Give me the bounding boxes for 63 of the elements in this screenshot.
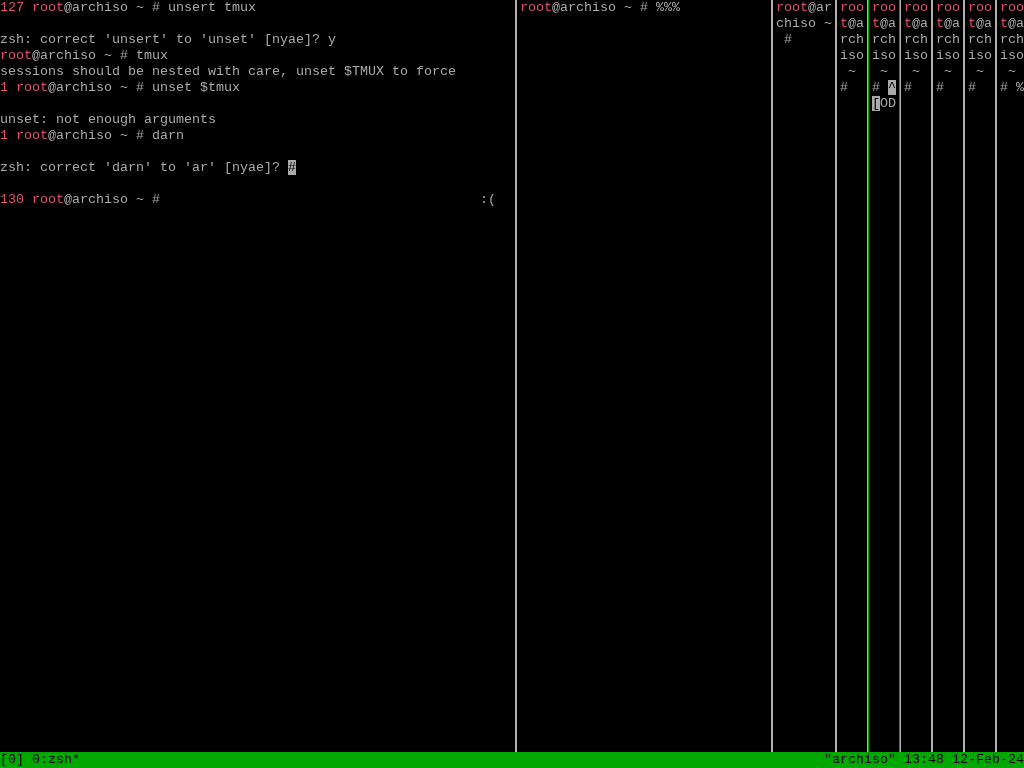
terminal-line: zsh: correct 'unsert' to 'unset' [nyae]? y (0, 32, 336, 48)
terminal-line: ~ (975, 64, 984, 80)
terminal-line: 127 root@archiso ~ # unsert tmux (0, 0, 256, 16)
terminal-line: ~ (1007, 64, 1016, 80)
terminal-line: t@a (840, 16, 864, 32)
terminal-line: rch (968, 32, 992, 48)
terminal-line: roo (936, 0, 960, 16)
terminal-line: t@a (872, 16, 896, 32)
terminal-line: roo (1000, 0, 1024, 16)
terminal-line: t@a (904, 16, 928, 32)
terminal-line: t@a (968, 16, 992, 32)
terminal-pane[interactable]: roo t@a rch iso ~ # (964, 0, 996, 752)
terminal-line: # (840, 80, 848, 96)
host-name: "archiso" (824, 752, 896, 768)
right-prompt: :( (480, 192, 496, 208)
terminal-line: iso (872, 48, 896, 64)
terminal-line: rch (1000, 32, 1024, 48)
terminal-line: rch (840, 32, 864, 48)
terminal-line: # (936, 80, 944, 96)
terminal-line: roo (904, 0, 928, 16)
terminal-line: iso (840, 48, 864, 64)
terminal-line: ~ (879, 64, 888, 80)
terminal-line: iso (904, 48, 928, 64)
terminal-line: 130 root@archiso ~ # (0, 192, 160, 208)
terminal-pane[interactable]: roo t@a rch iso ~ # ^ [OD (868, 0, 900, 752)
terminal-line: zsh: correct 'darn' to 'ar' [nyae]? # (0, 160, 296, 176)
terminal-line: roo (968, 0, 992, 16)
terminal-line: unset: not enough arguments (0, 112, 216, 128)
terminal-line: iso (1000, 48, 1024, 64)
terminal-line: roo (872, 0, 896, 16)
window-tab[interactable]: 0:zsh* (32, 752, 80, 768)
terminal-pane[interactable]: roo t@a rch iso ~ # % (996, 0, 1024, 752)
terminal-line: t@a (1000, 16, 1024, 32)
terminal-line: rch (872, 32, 896, 48)
terminal-line: # (904, 80, 912, 96)
terminal-line: iso (936, 48, 960, 64)
terminal-line: # % (1000, 80, 1024, 96)
terminal-line: ~ (943, 64, 952, 80)
clock: 13:48 (904, 752, 944, 768)
terminal-line: 1 root@archiso ~ # darn (0, 128, 184, 144)
terminal-pane[interactable]: roo t@a rch iso ~ # (900, 0, 932, 752)
terminal-line: # ^ (872, 80, 896, 96)
terminal-line: rch (936, 32, 960, 48)
terminal-line: root@archiso ~ # %%% (520, 0, 680, 16)
terminal-line: roo (840, 0, 864, 16)
terminal-line: ~ (847, 64, 856, 80)
terminal-line: root@archiso ~ # tmux (0, 48, 168, 64)
terminal-line: # (783, 32, 792, 48)
terminal-pane[interactable]: root@ar chiso ~ # (772, 0, 836, 752)
date-label: 12-Feb-24 (952, 752, 1024, 768)
terminal-line: rch (904, 32, 928, 48)
terminal-pane[interactable]: roo t@a rch iso ~ # (836, 0, 868, 752)
terminal-line: root@ar (776, 0, 832, 16)
terminal-line: ~ (911, 64, 920, 80)
terminal-line: # (968, 80, 976, 96)
terminal-pane[interactable]: roo t@a rch iso ~ # (932, 0, 964, 752)
terminal-line: sessions should be nested with care, unset $TMUX to force (0, 64, 456, 80)
session-label: [0] (0, 752, 24, 768)
terminal-line: 1 root@archiso ~ # unset $tmux (0, 80, 240, 96)
terminal-line: t@a (936, 16, 960, 32)
terminal-line: chiso ~ (776, 16, 832, 32)
terminal-line: iso (968, 48, 992, 64)
terminal-line: [OD (872, 96, 896, 112)
